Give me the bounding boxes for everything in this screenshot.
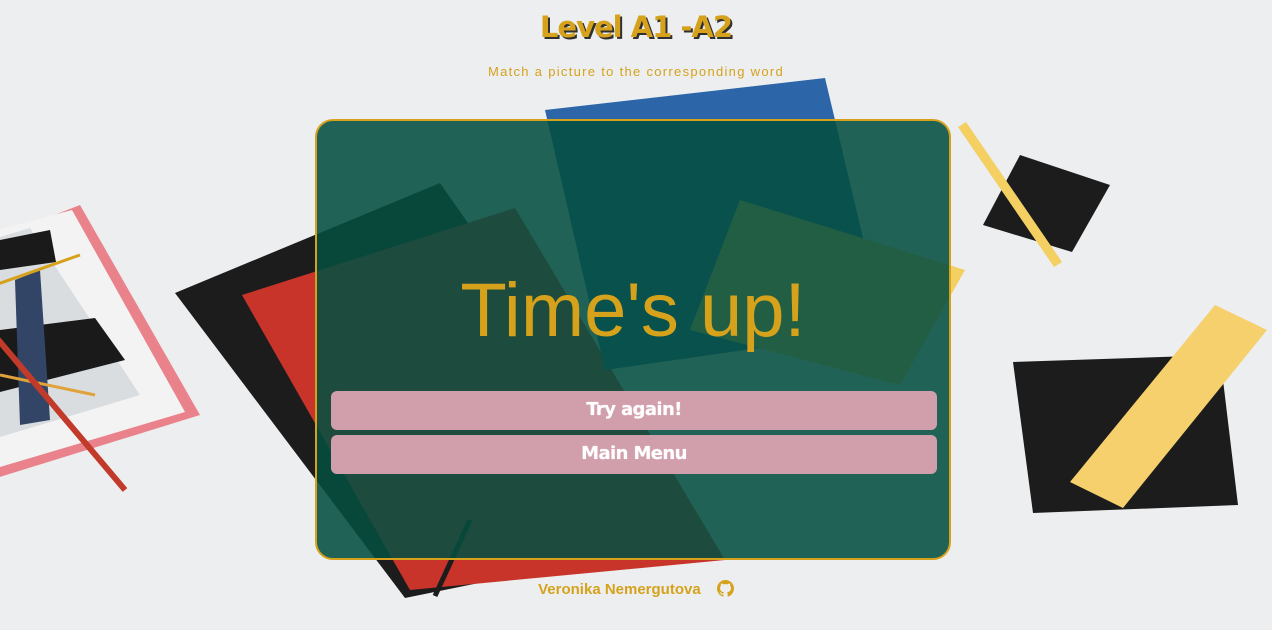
footer: Veronika Nemergutova xyxy=(0,579,1272,598)
main-menu-button[interactable]: Main Menu xyxy=(331,435,937,474)
try-again-button[interactable]: Try again! xyxy=(331,391,937,430)
page-content: Level A1 -A2 Match a picture to the corr… xyxy=(0,0,1272,630)
page-subtitle: Match a picture to the corresponding wor… xyxy=(487,64,785,79)
times-up-message: Time's up! xyxy=(460,268,806,353)
page-title: Level A1 -A2 xyxy=(539,10,733,44)
author-name: Veronika Nemergutova xyxy=(538,580,701,598)
game-over-card: Time's up! Try again! Main Menu xyxy=(315,119,951,560)
github-icon[interactable] xyxy=(716,579,734,597)
